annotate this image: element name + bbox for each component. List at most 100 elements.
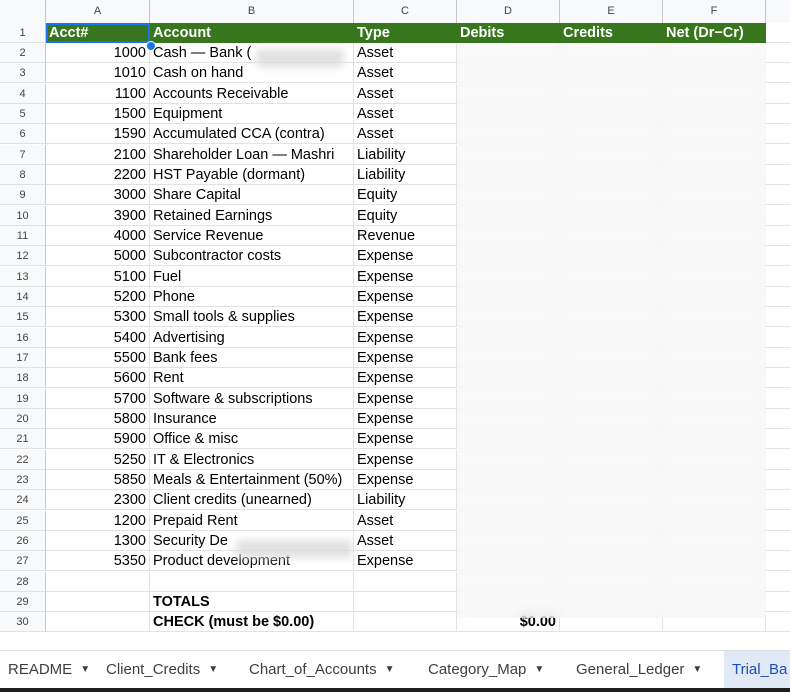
account-type-cell[interactable]: Expense (354, 246, 457, 267)
account-type-cell[interactable]: Asset (354, 530, 457, 551)
cell-empty[interactable] (46, 612, 150, 633)
row-number[interactable]: 17 (0, 347, 46, 368)
header-cell-acct[interactable]: Acct# (46, 23, 150, 43)
acct-number-cell[interactable]: 5300 (46, 307, 150, 328)
acct-number-cell[interactable]: 5400 (46, 327, 150, 348)
account-type-cell[interactable]: Asset (354, 63, 457, 84)
row-number[interactable]: 15 (0, 307, 46, 328)
column-header-a[interactable]: A (46, 0, 150, 23)
account-type-cell[interactable]: Revenue (354, 225, 457, 246)
acct-number-cell[interactable]: 5500 (46, 347, 150, 368)
account-name-cell[interactable]: Accounts Receivable (150, 83, 354, 104)
cell-empty[interactable] (766, 104, 790, 124)
account-name-cell[interactable]: Service Revenue (150, 225, 354, 246)
account-name-cell[interactable]: Prepaid Rent (150, 510, 354, 531)
cell-empty[interactable] (766, 226, 790, 246)
cell-empty[interactable] (766, 246, 790, 267)
cell-empty[interactable] (766, 84, 790, 104)
row-number[interactable]: 16 (0, 327, 46, 348)
cell-empty[interactable] (766, 612, 790, 633)
cell-empty[interactable] (766, 531, 790, 551)
cell-empty[interactable] (766, 470, 790, 490)
sheet-tab[interactable]: Client_Credits ▼ (98, 651, 241, 689)
account-name-cell[interactable]: Subcontractor costs (150, 246, 354, 267)
sheet-tab[interactable]: Chart_of_Accounts ▼ (241, 651, 420, 689)
account-type-cell[interactable]: Expense (354, 286, 457, 307)
cell-empty[interactable] (766, 328, 790, 348)
cell-empty[interactable] (354, 591, 457, 612)
row-number[interactable]: 21 (0, 429, 46, 450)
caret-down-icon[interactable]: ▼ (692, 651, 702, 689)
cell-empty[interactable] (766, 124, 790, 145)
account-type-cell[interactable]: Expense (354, 307, 457, 328)
cell-empty[interactable] (766, 368, 790, 389)
account-name-cell[interactable]: Client credits (unearned) (150, 490, 354, 511)
select-all-corner[interactable] (0, 0, 46, 23)
cell-empty[interactable] (766, 185, 790, 206)
account-type-cell[interactable]: Asset (354, 83, 457, 104)
row-number[interactable]: 8 (0, 164, 46, 185)
account-type-cell[interactable]: Expense (354, 469, 457, 490)
header-cell-account[interactable]: Account (150, 23, 354, 43)
account-name-cell[interactable]: Retained Earnings (150, 205, 354, 226)
cell-empty[interactable] (354, 612, 457, 633)
account-type-cell[interactable]: Asset (354, 103, 457, 124)
header-cell-credits[interactable]: Credits (560, 23, 663, 43)
cell-empty[interactable] (766, 267, 790, 287)
acct-number-cell[interactable]: 2100 (46, 144, 150, 165)
header-cell-debits[interactable]: Debits (457, 23, 560, 43)
row-number[interactable]: 30 (0, 612, 46, 633)
acct-number-cell[interactable]: 1200 (46, 510, 150, 531)
account-name-cell[interactable]: Small tools & supplies (150, 307, 354, 328)
column-header-d[interactable]: D (457, 0, 560, 23)
row-number[interactable]: 6 (0, 124, 46, 145)
account-type-cell[interactable]: Expense (354, 429, 457, 450)
cell-empty[interactable] (766, 43, 790, 63)
account-name-cell[interactable]: Accumulated CCA (contra) (150, 124, 354, 145)
account-type-cell[interactable]: Expense (354, 449, 457, 470)
header-cell-net[interactable]: Net (Dr−Cr) (663, 23, 766, 43)
sheet-tab[interactable]: Trial_Ba (724, 651, 790, 689)
caret-down-icon[interactable]: ▼ (534, 651, 544, 689)
cell-empty[interactable] (354, 571, 457, 592)
account-type-cell[interactable]: Liability (354, 144, 457, 165)
column-header-b[interactable]: B (150, 0, 354, 23)
column-header-e[interactable]: E (560, 0, 663, 23)
cell-empty[interactable] (766, 165, 790, 185)
cell-empty[interactable] (766, 450, 790, 470)
row-number[interactable]: 4 (0, 83, 46, 104)
account-name-cell[interactable]: HST Payable (dormant) (150, 164, 354, 185)
acct-number-cell[interactable]: 1000 (46, 43, 150, 63)
acct-number-cell[interactable]: 5000 (46, 246, 150, 267)
row-number[interactable]: 1 (0, 23, 46, 43)
cell-empty[interactable] (766, 592, 790, 612)
row-number[interactable]: 26 (0, 530, 46, 551)
cell-empty[interactable] (766, 551, 790, 572)
cell-empty[interactable] (766, 206, 790, 226)
cell-empty[interactable] (150, 571, 354, 592)
acct-number-cell[interactable]: 5850 (46, 469, 150, 490)
account-type-cell[interactable]: Asset (354, 510, 457, 531)
acct-number-cell[interactable]: 1010 (46, 63, 150, 84)
account-name-cell[interactable]: Shareholder Loan — Mashri (150, 144, 354, 165)
acct-number-cell[interactable]: 1100 (46, 83, 150, 104)
acct-number-cell[interactable]: 2200 (46, 164, 150, 185)
account-type-cell[interactable]: Liability (354, 164, 457, 185)
account-type-cell[interactable]: Expense (354, 408, 457, 429)
column-header-f[interactable]: F (663, 0, 766, 23)
row-number[interactable]: 18 (0, 368, 46, 389)
acct-number-cell[interactable]: 5200 (46, 286, 150, 307)
account-name-cell[interactable]: Software & subscriptions (150, 388, 354, 409)
totals-label[interactable]: TOTALS (150, 591, 354, 612)
acct-number-cell[interactable]: 5900 (46, 429, 150, 450)
row-number[interactable]: 24 (0, 490, 46, 511)
account-name-cell[interactable]: Meals & Entertainment (50%) (150, 469, 354, 490)
row-number[interactable]: 22 (0, 449, 46, 470)
account-type-cell[interactable]: Expense (354, 266, 457, 287)
account-type-cell[interactable]: Expense (354, 388, 457, 409)
row-number[interactable]: 12 (0, 246, 46, 267)
account-name-cell[interactable]: IT & Electronics (150, 449, 354, 470)
row-number[interactable]: 23 (0, 469, 46, 490)
acct-number-cell[interactable]: 5100 (46, 266, 150, 287)
row-number[interactable]: 10 (0, 205, 46, 226)
